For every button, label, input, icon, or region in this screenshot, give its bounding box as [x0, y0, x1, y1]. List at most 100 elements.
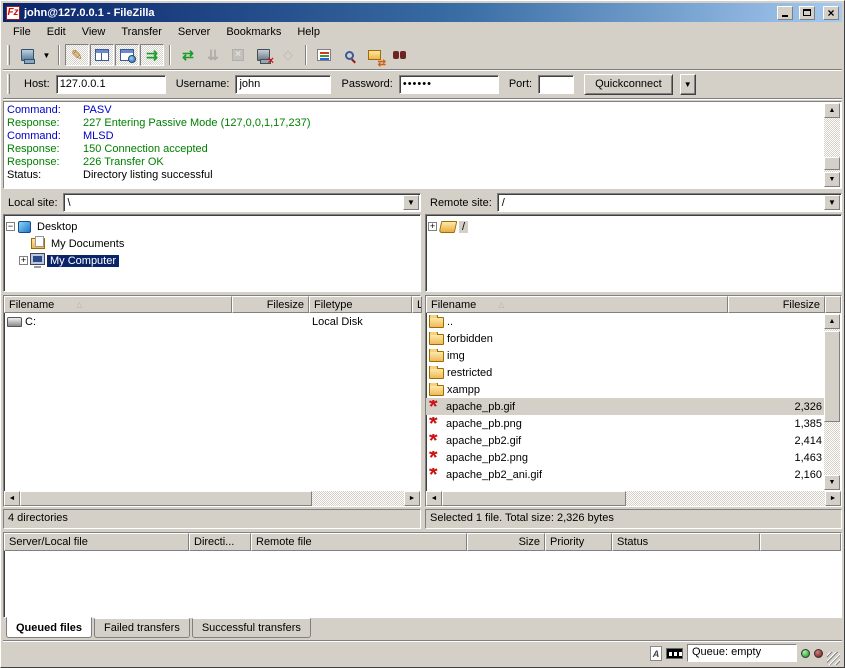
close-button[interactable]: × — [823, 6, 839, 20]
remote-file-row[interactable]: apache_pb2_ani.gif 2,160 — [426, 466, 825, 483]
filter-button[interactable] — [312, 44, 336, 66]
scroll-down-icon[interactable]: ▼ — [824, 172, 840, 187]
remote-file-row[interactable]: apache_pb2.gif 2,414 — [426, 432, 825, 449]
scroll-thumb[interactable] — [20, 491, 312, 506]
directory-comparison-button[interactable] — [337, 44, 361, 66]
column-remote-file[interactable]: Remote file — [251, 533, 467, 551]
column-filesize[interactable]: Filesize — [232, 296, 309, 313]
remote-folder-row[interactable]: xampp — [426, 381, 825, 398]
column-priority[interactable]: Priority — [545, 533, 612, 551]
menu-bookmarks[interactable]: Bookmarks — [218, 24, 289, 40]
cancel-button[interactable]: × — [226, 44, 250, 66]
remote-file-row[interactable]: apache_pb2.png 1,463 — [426, 449, 825, 466]
menu-view[interactable]: View — [74, 24, 114, 40]
log-lines: Command:PASV Response:227 Entering Passi… — [5, 103, 823, 187]
host-input[interactable] — [56, 75, 166, 94]
log-scrollbar[interactable]: ▲ ▼ — [824, 103, 840, 187]
scroll-right-icon[interactable]: ► — [825, 491, 841, 506]
scroll-right-icon[interactable]: ► — [404, 491, 420, 506]
column-filesize[interactable]: Filesize — [728, 296, 825, 313]
remote-path-value: / — [498, 197, 823, 209]
find-files-button[interactable] — [387, 44, 411, 66]
transfer-queue: Server/Local file Directi... Remote file… — [3, 532, 842, 618]
menu-file[interactable]: File — [5, 24, 39, 40]
remote-file-row[interactable]: apache_pb.png 1,385 — [426, 415, 825, 432]
expand-icon[interactable]: + — [19, 256, 28, 265]
scroll-down-icon[interactable]: ▼ — [824, 475, 840, 490]
tab-failed-transfers[interactable]: Failed transfers — [94, 618, 190, 638]
site-manager-button[interactable] — [15, 44, 39, 66]
column-server-local-file[interactable]: Server/Local file — [4, 533, 189, 551]
resize-grip[interactable] — [827, 652, 840, 665]
column-filetype[interactable]: Filetype — [309, 296, 412, 313]
tree-item-my-documents[interactable]: My Documents — [6, 235, 418, 252]
quickconnect-dropdown[interactable]: ▼ — [680, 74, 696, 95]
column-filename[interactable]: Filename△ — [4, 296, 232, 313]
column-direction[interactable]: Directi... — [189, 533, 251, 551]
combo-dropdown-icon[interactable]: ▼ — [403, 195, 419, 210]
synchronized-browsing-button[interactable]: ⇄ — [362, 44, 386, 66]
site-manager-icon — [21, 49, 34, 61]
port-input[interactable] — [538, 75, 574, 94]
column-filename[interactable]: Filename△ — [426, 296, 728, 313]
username-input[interactable] — [235, 75, 331, 94]
ascii-datatype-icon: A — [650, 646, 662, 661]
maximize-button[interactable] — [799, 6, 815, 20]
tree-item-desktop[interactable]: − Desktop — [6, 218, 418, 235]
toolbar-separator — [58, 45, 60, 65]
scroll-up-icon[interactable]: ▲ — [824, 314, 840, 329]
tree-item-root[interactable]: + / — [428, 218, 839, 235]
remote-folder-row[interactable]: forbidden — [426, 330, 825, 347]
remote-folder-row[interactable]: restricted — [426, 364, 825, 381]
tree-item-my-computer[interactable]: + My Computer — [6, 252, 418, 269]
toggle-remote-tree-button[interactable] — [115, 44, 139, 66]
queue-tabs: Queued files Failed transfers Successful… — [3, 618, 842, 640]
toggle-queue-button[interactable]: ⇉ — [140, 44, 164, 66]
reconnect-button[interactable]: ◇ — [276, 44, 300, 66]
password-input[interactable] — [399, 75, 499, 94]
column-lastmodified-truncated[interactable]: L — [412, 296, 422, 313]
tab-queued-files[interactable]: Queued files — [6, 617, 92, 638]
expand-icon[interactable]: + — [428, 222, 437, 231]
remote-list-body: .. forbidden img restricted — [426, 313, 825, 491]
menu-edit[interactable]: Edit — [39, 24, 74, 40]
quickconnect-button[interactable]: Quickconnect — [584, 74, 673, 95]
remote-file-row-selected[interactable]: apache_pb.gif 2,326 — [426, 398, 825, 415]
scroll-left-icon[interactable]: ◄ — [4, 491, 20, 506]
column-size[interactable]: Size — [467, 533, 545, 551]
collapse-icon[interactable]: − — [6, 222, 15, 231]
toggle-local-tree-button[interactable] — [90, 44, 114, 66]
quickconnect-grip — [7, 74, 10, 94]
scroll-thumb[interactable] — [824, 331, 840, 422]
menu-server[interactable]: Server — [170, 24, 218, 40]
scroll-thumb[interactable] — [442, 491, 626, 506]
minimize-icon — [782, 15, 788, 17]
local-path-combo[interactable]: \ ▼ — [63, 193, 421, 212]
process-queue-button[interactable]: ⇊ — [201, 44, 225, 66]
browser-panes: Local site: \ ▼ − Desktop My Documents — [3, 192, 842, 529]
folder-icon — [429, 317, 444, 328]
scroll-thumb[interactable] — [824, 157, 840, 170]
combo-dropdown-icon[interactable]: ▼ — [824, 195, 840, 210]
speedlimit-icon — [666, 648, 683, 659]
remote-folder-row[interactable]: .. — [426, 313, 825, 330]
local-hscrollbar[interactable]: ◄ ► — [4, 491, 420, 506]
refresh-button[interactable]: ⇄ — [176, 44, 200, 66]
toggle-message-log-button[interactable]: ✎ — [65, 44, 89, 66]
remote-hscrollbar[interactable]: ◄ ► — [426, 491, 841, 506]
scroll-up-icon[interactable]: ▲ — [824, 103, 840, 118]
scroll-left-icon[interactable]: ◄ — [426, 491, 442, 506]
local-file-row[interactable]: C: Local Disk — [4, 313, 420, 330]
menu-help[interactable]: Help — [289, 24, 328, 40]
remote-folder-row[interactable]: img — [426, 347, 825, 364]
column-status[interactable]: Status — [612, 533, 760, 551]
minimize-button[interactable] — [777, 6, 793, 20]
remote-list-header: Filename△ Filesize — [426, 296, 841, 313]
disconnect-button[interactable]: × — [251, 44, 275, 66]
site-manager-dropdown[interactable]: ▼ — [40, 44, 53, 66]
remote-vscrollbar[interactable]: ▲ ▼ — [824, 314, 840, 490]
remote-path-combo[interactable]: / ▼ — [497, 193, 842, 212]
process-queue-icon: ⇊ — [207, 48, 219, 62]
tab-successful-transfers[interactable]: Successful transfers — [192, 618, 311, 638]
menu-transfer[interactable]: Transfer — [113, 24, 170, 40]
